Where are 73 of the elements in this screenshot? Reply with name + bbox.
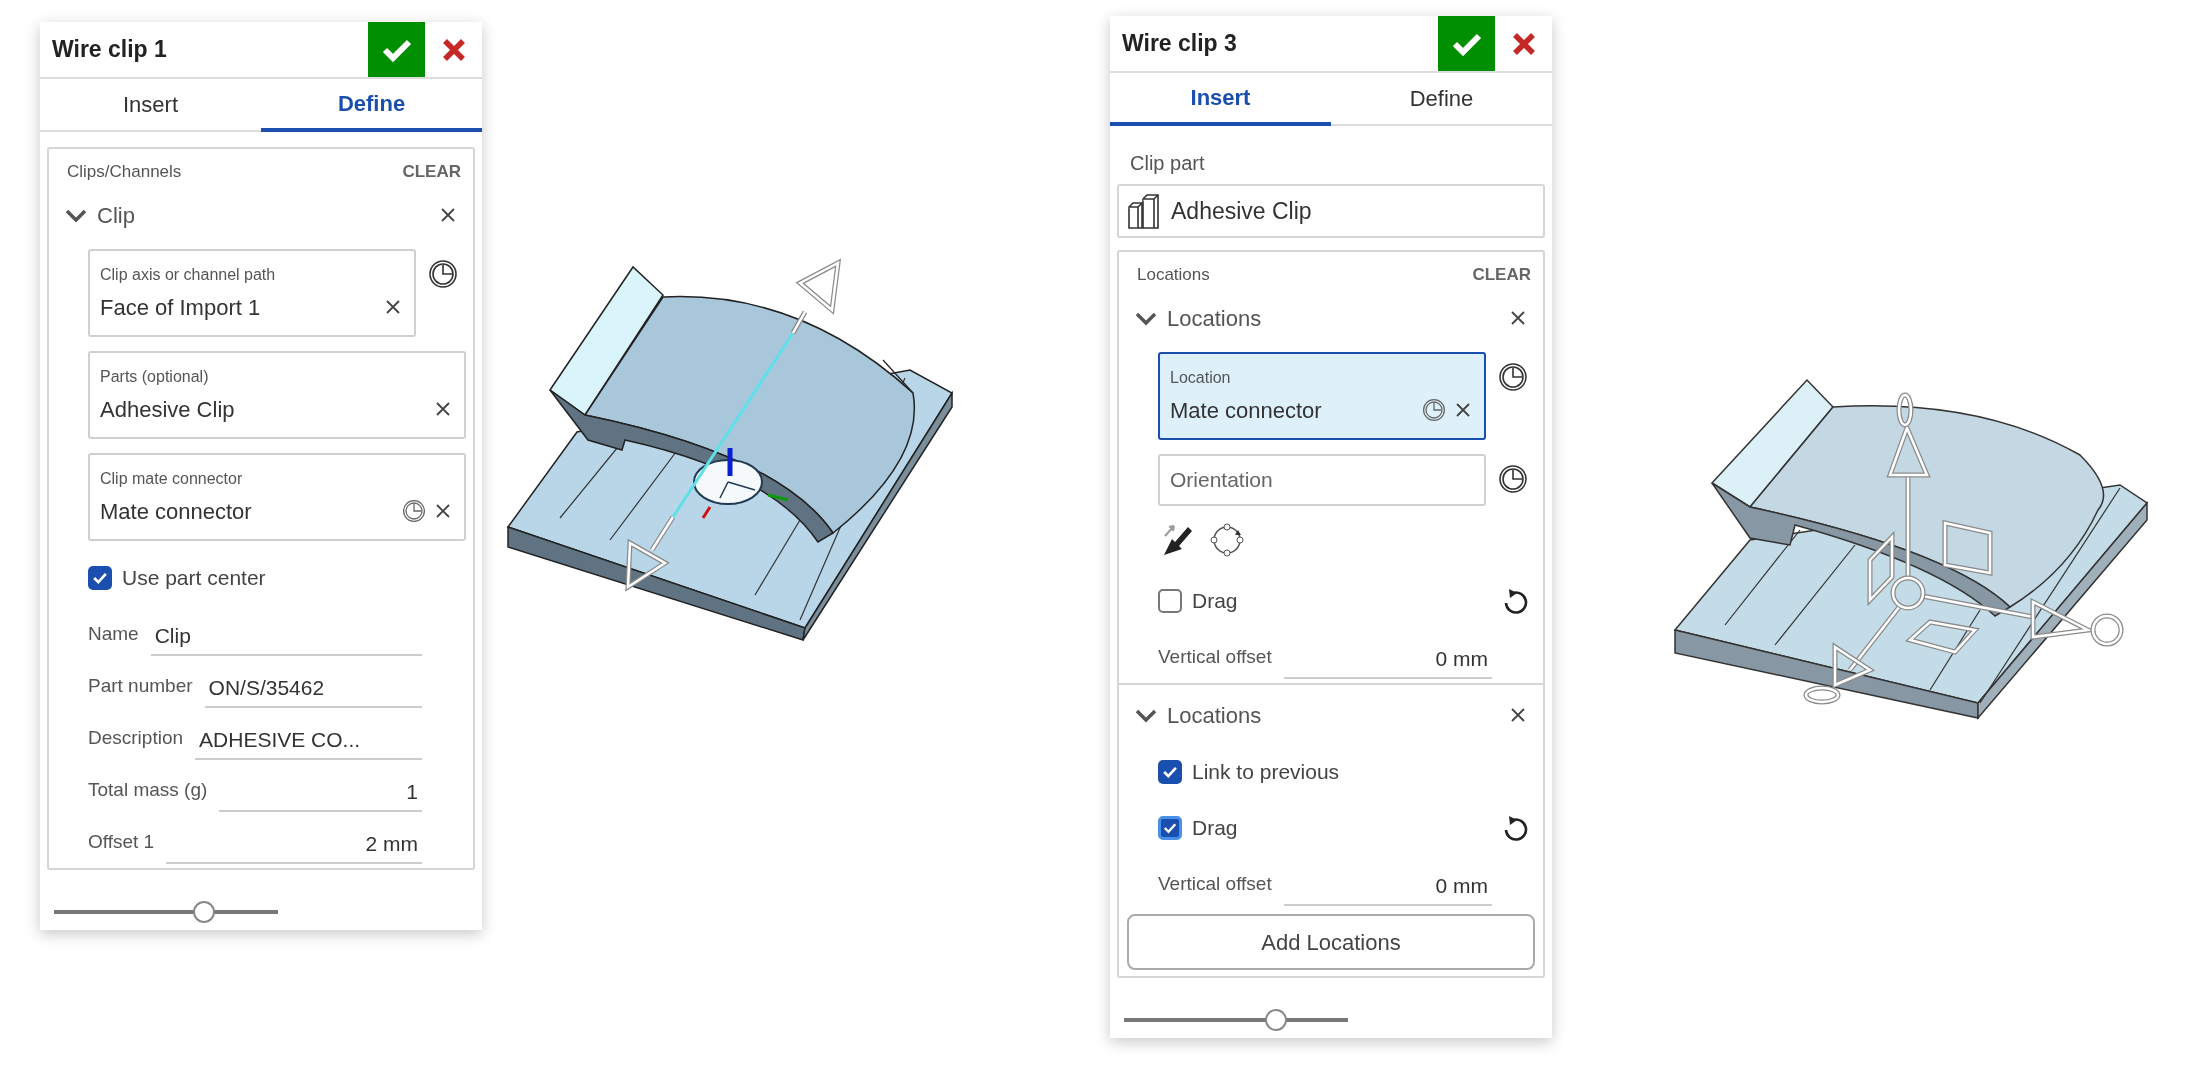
subsection-title: Clip bbox=[97, 201, 135, 230]
field-label: Clip mate connector bbox=[100, 469, 244, 489]
picker-icon[interactable] bbox=[1498, 362, 1528, 392]
confirm-button[interactable] bbox=[368, 22, 425, 77]
field-value: Mate connector bbox=[1170, 396, 1323, 425]
part-icon bbox=[1127, 192, 1161, 230]
property-label: Description bbox=[88, 725, 184, 750]
picker-icon[interactable] bbox=[402, 499, 426, 523]
close-icon[interactable] bbox=[1454, 401, 1472, 419]
section-label: Locations bbox=[1137, 264, 1210, 287]
tab[interactable]: Define bbox=[1331, 73, 1552, 126]
close-icon bbox=[1510, 30, 1537, 57]
slider-thumb[interactable] bbox=[1265, 1009, 1288, 1031]
tab[interactable]: Insert bbox=[40, 79, 261, 132]
picker-icon[interactable] bbox=[428, 259, 458, 289]
field-value: Adhesive Clip bbox=[100, 395, 236, 424]
clear-button[interactable]: CLEAR bbox=[1472, 262, 1531, 288]
section-label: Clips/Channels bbox=[67, 161, 182, 184]
subsection-title: Locations bbox=[1167, 304, 1262, 333]
checkbox[interactable] bbox=[1158, 589, 1182, 613]
text-field[interactable]: Clip bbox=[150, 622, 422, 656]
field-value: Mate connector bbox=[100, 497, 253, 526]
slider[interactable] bbox=[1124, 1009, 1348, 1031]
rotate-icon[interactable] bbox=[1208, 521, 1246, 559]
checkbox-label: Link to previous bbox=[1192, 759, 1340, 786]
selection-field[interactable]: Parts (optional) Adhesive Clip bbox=[88, 351, 466, 439]
property-label: Offset 1 bbox=[88, 829, 155, 854]
property-label: Part number bbox=[88, 673, 193, 698]
confirm-button[interactable] bbox=[1438, 16, 1495, 71]
clear-button[interactable]: CLEAR bbox=[402, 159, 461, 185]
selection-field[interactable]: Clip axis or channel path Face of Import 1 bbox=[88, 249, 416, 337]
tab[interactable]: Insert bbox=[1110, 73, 1331, 126]
checkbox[interactable] bbox=[88, 566, 112, 590]
checkbox-label: Drag bbox=[1192, 815, 1238, 842]
property-label: Total mass (g) bbox=[88, 777, 208, 802]
picker-icon[interactable] bbox=[1498, 464, 1528, 494]
property-label: Name bbox=[88, 621, 139, 646]
subsection-title: Locations bbox=[1167, 701, 1262, 730]
checkbox[interactable] bbox=[1158, 760, 1182, 784]
text-field[interactable]: 2 mm bbox=[166, 830, 422, 864]
panel-title: Wire clip 3 bbox=[1121, 29, 1238, 59]
selection-field[interactable]: Orientation bbox=[1158, 454, 1486, 506]
close-icon[interactable] bbox=[1509, 706, 1527, 724]
selection-field[interactable]: Clip mate connector Mate connector bbox=[88, 453, 466, 541]
slider[interactable] bbox=[54, 901, 278, 923]
selection-field[interactable]: Location Mate connector bbox=[1158, 352, 1486, 440]
text-field[interactable]: 0 mm bbox=[1283, 645, 1492, 679]
close-icon bbox=[440, 36, 467, 63]
field-label: Location bbox=[1170, 368, 1232, 388]
section-label: Clip part bbox=[1130, 151, 1206, 176]
close-icon[interactable] bbox=[384, 298, 402, 316]
field-label: Clip axis or channel path bbox=[100, 265, 277, 285]
field-label: Parts (optional) bbox=[100, 367, 210, 387]
close-icon[interactable] bbox=[439, 206, 457, 224]
placeholder-text: Orientation bbox=[1170, 467, 1273, 494]
property-label: Vertical offset bbox=[1158, 644, 1272, 669]
text-field[interactable]: ADHESIVE CO... bbox=[195, 726, 422, 760]
field-value: Face of Import 1 bbox=[100, 293, 262, 322]
panel-title: Wire clip 1 bbox=[51, 35, 168, 65]
slider-thumb[interactable] bbox=[193, 901, 216, 923]
checkbox-label: Drag bbox=[1192, 588, 1238, 615]
part-field[interactable]: Adhesive Clip bbox=[1117, 184, 1545, 238]
text-field[interactable]: 1 bbox=[219, 778, 422, 812]
checkbox[interactable] bbox=[1158, 816, 1182, 840]
property-label: Vertical offset bbox=[1158, 871, 1272, 896]
tab[interactable]: Define bbox=[261, 79, 482, 132]
add-button[interactable]: Add Locations bbox=[1127, 914, 1535, 970]
close-icon[interactable] bbox=[1509, 309, 1527, 327]
text-field[interactable]: 0 mm bbox=[1283, 872, 1492, 906]
close-icon[interactable] bbox=[434, 400, 452, 418]
checkbox-label: Use part center bbox=[122, 565, 266, 592]
text-field[interactable]: ON/S/35462 bbox=[204, 674, 422, 708]
close-icon[interactable] bbox=[434, 502, 452, 520]
